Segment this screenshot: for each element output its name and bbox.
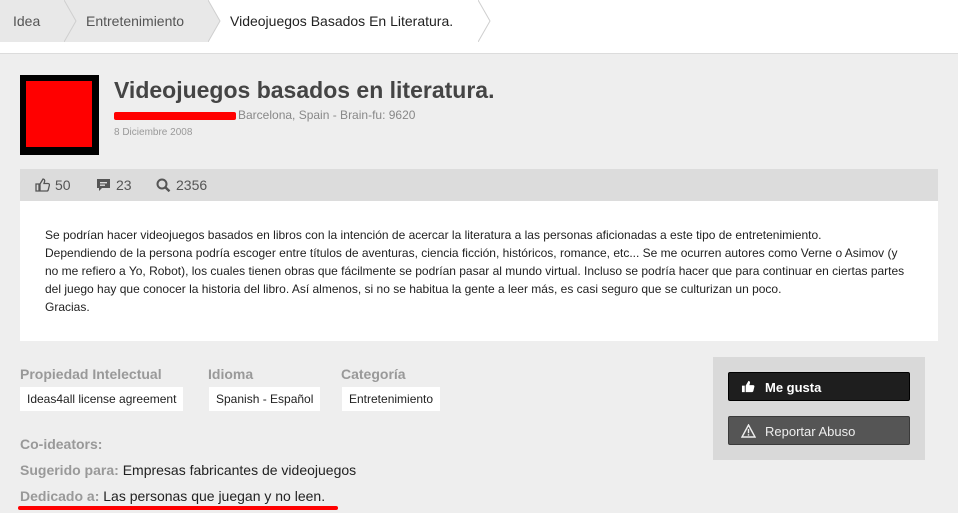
- stats-bar: 50 23 2356: [20, 169, 938, 201]
- thumbs-up-icon: [741, 380, 755, 393]
- comment-icon: [97, 179, 110, 191]
- likes-count: 50: [35, 169, 71, 201]
- warning-icon: [741, 424, 756, 438]
- breadcrumb-separator-icon: [208, 0, 222, 42]
- suggested-value: Empresas fabricantes de videojuegos: [122, 462, 357, 478]
- language-label: Idioma: [208, 366, 254, 382]
- avatar-redaction: [26, 81, 92, 147]
- search-icon: [156, 178, 171, 193]
- dedicated-value: Las personas que juegan y no leen.: [103, 488, 326, 504]
- suggested-line: Sugerido para: Empresas fabricantes de v…: [20, 462, 356, 478]
- description-paragraph: Dependiendo de la persona podría escoger…: [45, 246, 905, 296]
- comments-count: 23: [96, 169, 132, 201]
- author-name-redaction: [114, 111, 236, 120]
- breadcrumb: Idea Entretenimiento Videojuegos Basados…: [0, 0, 958, 54]
- page-title: Videojuegos basados en literatura.: [114, 77, 495, 103]
- comments-count-value: 23: [116, 177, 132, 193]
- ip-tag[interactable]: Ideas4all license agreement: [20, 387, 184, 411]
- dedicated-line: Dedicado a: Las personas que juegan y no…: [20, 488, 325, 504]
- description-paragraph: Gracias.: [45, 300, 90, 314]
- author-location: Barcelona, Spain - Brain-fu: 9620: [238, 108, 416, 122]
- breadcrumb-item-idea[interactable]: Idea: [0, 0, 64, 42]
- breadcrumb-separator-icon: [64, 0, 78, 42]
- like-button[interactable]: Me gusta: [728, 372, 910, 401]
- category-tag[interactable]: Entretenimiento: [342, 387, 441, 411]
- likes-count-value: 50: [55, 177, 71, 193]
- avatar[interactable]: [20, 75, 99, 155]
- dedicated-label: Dedicado a:: [20, 488, 100, 504]
- idea-date: 8 Diciembre 2008: [114, 127, 193, 138]
- thumbs-up-icon: [35, 178, 51, 192]
- suggested-label: Sugerido para:: [20, 462, 119, 478]
- views-count: 2356: [156, 169, 207, 201]
- report-abuse-button[interactable]: Reportar Abuso: [728, 416, 910, 445]
- breadcrumb-item-current: Videojuegos Basados En Literatura.: [208, 0, 478, 42]
- report-abuse-label: Reportar Abuso: [765, 424, 856, 439]
- ip-label: Propiedad Intelectual: [20, 366, 162, 382]
- views-count-value: 2356: [176, 177, 208, 193]
- description-paragraph: Se podrían hacer videojuegos basados en …: [45, 228, 822, 242]
- breadcrumb-item-category[interactable]: Entretenimiento: [64, 0, 208, 42]
- author-line: Barcelona, Spain - Brain-fu: 9620: [114, 108, 415, 122]
- language-tag[interactable]: Spanish - Español: [209, 387, 321, 411]
- breadcrumb-separator-icon: [478, 0, 492, 42]
- coideators-line: Co-ideators:: [20, 436, 102, 452]
- coideators-label: Co-ideators:: [20, 436, 103, 452]
- dedicated-highlight-underline: [18, 506, 338, 510]
- actions-panel: Me gusta Reportar Abuso: [713, 357, 925, 460]
- category-label: Categoría: [341, 366, 406, 382]
- idea-description: Se podrían hacer videojuegos basados en …: [20, 201, 938, 341]
- like-button-label: Me gusta: [765, 380, 822, 395]
